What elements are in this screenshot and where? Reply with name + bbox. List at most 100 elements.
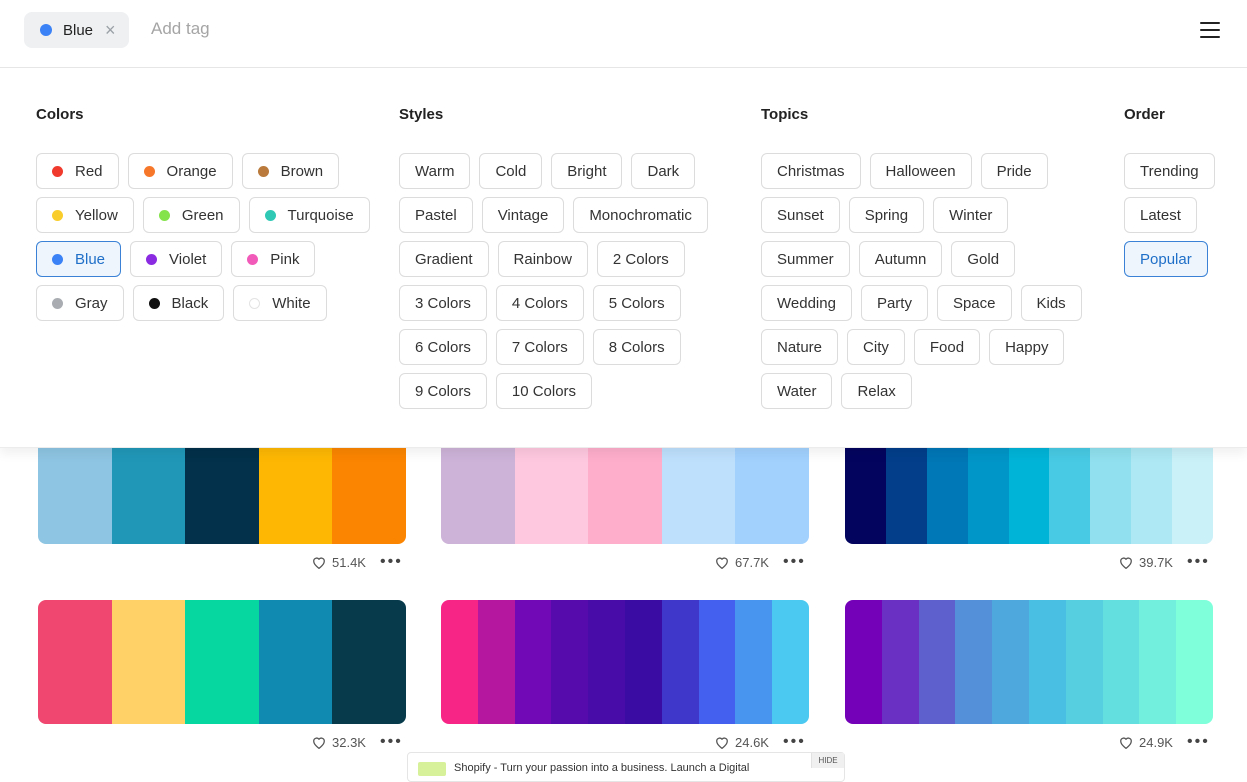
palette-card[interactable]	[845, 600, 1213, 724]
topic-chip-pride[interactable]: Pride	[980, 153, 1048, 189]
style-chip-9-colors[interactable]: 9 Colors	[399, 373, 487, 409]
style-chip-7-colors[interactable]: 7 Colors	[495, 329, 584, 365]
topic-chip-water[interactable]: Water	[761, 373, 833, 409]
style-chip-6-colors[interactable]: 6 Colors	[399, 329, 487, 365]
heart-icon[interactable]	[312, 556, 326, 569]
color-chip-blue[interactable]: Blue	[36, 241, 122, 277]
color-chip-gray[interactable]: Gray	[36, 285, 124, 321]
style-chip-8-colors[interactable]: 8 Colors	[592, 329, 681, 365]
order-chip-popular[interactable]: Popular	[1124, 241, 1208, 277]
heart-icon[interactable]	[1119, 556, 1133, 569]
palette-card[interactable]	[441, 600, 809, 724]
close-icon[interactable]: ×	[105, 21, 116, 39]
color-chip-yellow[interactable]: Yellow	[36, 197, 134, 233]
style-chip-gradient[interactable]: Gradient	[399, 241, 489, 277]
ad-banner[interactable]: Shopify - Turn your passion into a busin…	[407, 752, 845, 782]
color-chip-brown[interactable]: Brown	[241, 153, 340, 189]
color-swatch[interactable]	[514, 600, 552, 724]
color-swatch[interactable]	[661, 600, 699, 724]
style-chip-monochromatic[interactable]: Monochromatic	[573, 197, 708, 233]
heart-icon[interactable]	[312, 736, 326, 749]
topic-chip-autumn[interactable]: Autumn	[858, 241, 943, 277]
more-options-icon[interactable]: •••	[783, 734, 806, 750]
color-chip-orange[interactable]: Orange	[127, 153, 233, 189]
color-chip-red[interactable]: Red	[36, 153, 119, 189]
color-chip-pink[interactable]: Pink	[231, 241, 316, 277]
more-options-icon[interactable]: •••	[1187, 554, 1210, 570]
color-chip-turquoise[interactable]: Turquoise	[248, 197, 370, 233]
order-chip-latest[interactable]: Latest	[1124, 197, 1197, 233]
color-swatch[interactable]	[992, 600, 1029, 724]
color-swatch[interactable]	[1065, 600, 1103, 724]
topic-chip-wedding[interactable]: Wedding	[761, 285, 852, 321]
style-chip-warm[interactable]: Warm	[399, 153, 471, 189]
more-options-icon[interactable]: •••	[380, 734, 403, 750]
ad-hide-button[interactable]: HIDE	[811, 753, 844, 768]
style-chip-3-colors[interactable]: 3 Colors	[399, 285, 487, 321]
color-chip-green[interactable]: Green	[142, 197, 240, 233]
color-swatch[interactable]	[845, 600, 882, 724]
topic-chip-nature[interactable]: Nature	[761, 329, 839, 365]
color-swatch[interactable]	[185, 600, 259, 724]
more-options-icon[interactable]: •••	[1187, 734, 1210, 750]
active-tag-chip[interactable]: Blue ×	[24, 12, 129, 48]
color-swatch[interactable]	[332, 600, 406, 724]
topic-chip-space[interactable]: Space	[936, 285, 1012, 321]
color-swatch[interactable]	[772, 600, 809, 724]
palette-card[interactable]	[38, 600, 406, 724]
topic-chip-halloween[interactable]: Halloween	[869, 153, 972, 189]
color-swatch[interactable]	[624, 600, 662, 724]
color-swatch[interactable]	[918, 600, 956, 724]
color-swatch[interactable]	[1139, 600, 1177, 724]
chip-label: Green	[181, 206, 224, 224]
color-swatch[interactable]	[698, 600, 736, 724]
topic-chip-spring[interactable]: Spring	[848, 197, 925, 233]
style-chip-vintage[interactable]: Vintage	[481, 197, 565, 233]
color-swatch[interactable]	[551, 600, 589, 724]
style-chip-4-colors[interactable]: 4 Colors	[495, 285, 584, 321]
topic-chip-happy[interactable]: Happy	[989, 329, 1065, 365]
topic-chip-kids[interactable]: Kids	[1020, 285, 1082, 321]
color-swatch[interactable]	[258, 600, 333, 724]
color-swatch[interactable]	[1176, 600, 1213, 724]
topic-chip-christmas[interactable]: Christmas	[761, 153, 861, 189]
topic-chip-winter[interactable]: Winter	[933, 197, 1009, 233]
heart-icon[interactable]	[715, 556, 729, 569]
color-swatch[interactable]	[588, 600, 625, 724]
add-tag-input[interactable]	[151, 19, 351, 39]
style-chip-5-colors[interactable]: 5 Colors	[592, 285, 681, 321]
color-chip-black[interactable]: Black	[132, 285, 225, 321]
topic-chip-sunset[interactable]: Sunset	[761, 197, 840, 233]
color-swatch[interactable]	[38, 600, 112, 724]
style-chip-dark[interactable]: Dark	[631, 153, 696, 189]
heart-icon[interactable]	[715, 736, 729, 749]
color-swatch[interactable]	[881, 600, 919, 724]
style-chip-rainbow[interactable]: Rainbow	[497, 241, 588, 277]
order-chip-trending[interactable]: Trending	[1124, 153, 1215, 189]
more-options-icon[interactable]: •••	[380, 554, 403, 570]
more-options-icon[interactable]: •••	[783, 554, 806, 570]
style-chip-cold[interactable]: Cold	[479, 153, 543, 189]
hamburger-menu-icon[interactable]	[1200, 21, 1220, 39]
color-dot-icon	[247, 253, 259, 265]
style-chip-2-colors[interactable]: 2 Colors	[596, 241, 685, 277]
heart-icon[interactable]	[1119, 736, 1133, 749]
topic-chip-food[interactable]: Food	[913, 329, 981, 365]
topic-chip-gold[interactable]: Gold	[951, 241, 1016, 277]
color-swatch[interactable]	[441, 600, 478, 724]
style-chip-pastel[interactable]: Pastel	[399, 197, 473, 233]
style-chip-bright[interactable]: Bright	[551, 153, 623, 189]
color-swatch[interactable]	[1102, 600, 1140, 724]
topic-chip-party[interactable]: Party	[860, 285, 928, 321]
topic-chip-relax[interactable]: Relax	[841, 373, 912, 409]
color-swatch[interactable]	[955, 600, 993, 724]
color-swatch[interactable]	[1028, 600, 1066, 724]
topic-chip-city[interactable]: City	[847, 329, 905, 365]
color-swatch[interactable]	[735, 600, 773, 724]
topic-chip-summer[interactable]: Summer	[761, 241, 850, 277]
color-chip-white[interactable]: White	[233, 285, 327, 321]
color-chip-violet[interactable]: Violet	[130, 241, 223, 277]
style-chip-10-colors[interactable]: 10 Colors	[495, 373, 593, 409]
color-swatch[interactable]	[477, 600, 515, 724]
color-swatch[interactable]	[111, 600, 186, 724]
